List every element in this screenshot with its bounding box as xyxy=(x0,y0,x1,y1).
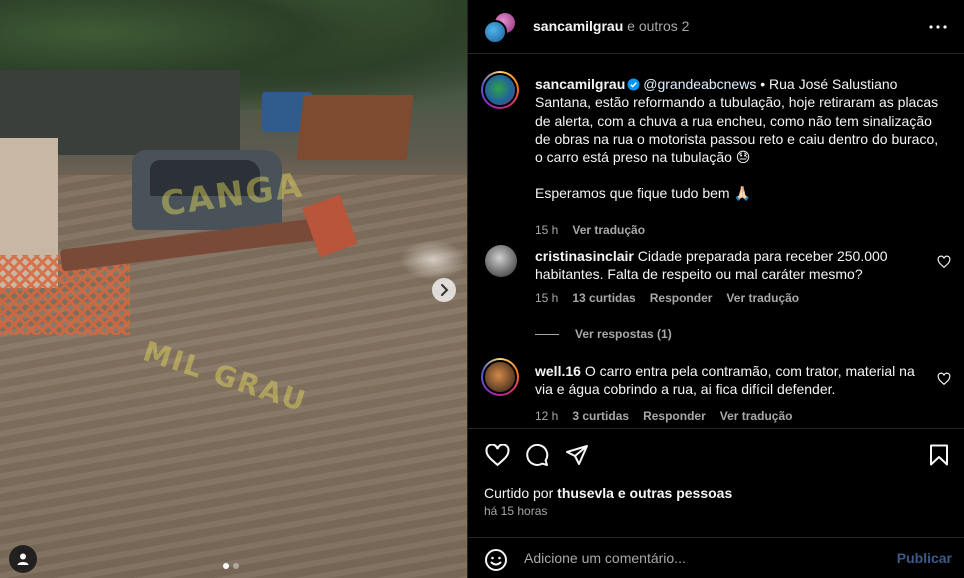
media-foam xyxy=(400,240,467,280)
comment-input[interactable] xyxy=(524,550,864,566)
carousel-indicator xyxy=(223,563,239,569)
comment-body: O carro entra pela contramão, com trator… xyxy=(535,363,915,398)
collab-avatars[interactable] xyxy=(483,11,519,45)
user-tag-icon xyxy=(17,553,29,565)
story-ring[interactable] xyxy=(481,358,519,396)
emoji-icon[interactable] xyxy=(484,548,508,572)
comment-translate-link[interactable]: Ver tradução xyxy=(720,409,793,423)
caption-mention[interactable]: @grandeabcnews xyxy=(643,76,756,92)
comment-text: well.16 O carro entra pela contramão, co… xyxy=(535,362,915,399)
like-button[interactable] xyxy=(484,442,510,468)
comment-likes[interactable]: 13 curtidas xyxy=(572,291,635,305)
comment-time: 12 h xyxy=(535,409,559,423)
comment-reply-link[interactable]: Responder xyxy=(643,409,706,423)
more-options-icon xyxy=(929,25,947,29)
post-media[interactable]: CANGA MIL GRAU xyxy=(0,0,467,578)
header-collab-text[interactable]: e outros 2 xyxy=(627,18,689,34)
comment-icon xyxy=(526,443,549,466)
replies-divider xyxy=(535,333,559,335)
carousel-next-button[interactable] xyxy=(432,278,456,302)
share-button[interactable] xyxy=(564,442,590,468)
posted-time[interactable]: há 15 horas xyxy=(484,504,547,518)
post-sidebar: sancamilgrau e outros 2 sancamilgrau @gra… xyxy=(467,0,964,578)
view-replies-label: Ver respostas (1) xyxy=(575,327,672,341)
comment-translate-link[interactable]: Ver tradução xyxy=(726,291,799,305)
caption-meta: 15 h Ver tradução xyxy=(535,223,645,237)
caption-username[interactable]: sancamilgrau xyxy=(535,76,625,92)
share-icon xyxy=(566,445,588,465)
comment-meta: 15 h 13 curtidas Responder Ver tradução xyxy=(535,291,799,305)
comment-meta: 12 h 3 curtidas Responder Ver tradução xyxy=(535,409,792,423)
comments-area[interactable]: sancamilgrau @grandeabcnews • Rua José Sa… xyxy=(468,55,964,427)
avatar xyxy=(483,20,507,44)
likes-others[interactable]: e outras pessoas xyxy=(618,485,732,501)
post-header: sancamilgrau e outros 2 xyxy=(468,0,964,54)
verified-badge-icon xyxy=(627,78,640,91)
comment-username[interactable]: well.16 xyxy=(535,363,581,379)
add-comment-bar: Publicar xyxy=(468,537,964,578)
likes-summary: Curtido por thusevla e outras pessoas xyxy=(484,485,732,501)
likes-prefix: Curtido por xyxy=(484,485,554,501)
avatar[interactable] xyxy=(485,245,517,277)
avatar xyxy=(483,73,517,107)
comment-likes[interactable]: 3 curtidas xyxy=(572,409,629,423)
comment-text: cristinasinclair Cidade preparada para r… xyxy=(535,247,915,284)
view-replies-button[interactable]: Ver respostas (1) xyxy=(535,327,672,341)
avatar xyxy=(483,360,517,394)
publish-button[interactable]: Publicar xyxy=(897,550,952,566)
comment-username[interactable]: cristinasinclair xyxy=(535,248,634,264)
save-button[interactable] xyxy=(926,442,952,468)
tagged-users-button[interactable] xyxy=(9,545,37,573)
likes-user[interactable]: thusevla xyxy=(557,485,614,501)
header-authors: sancamilgrau e outros 2 xyxy=(533,18,689,34)
comment-reply-link[interactable]: Responder xyxy=(650,291,713,305)
story-ring[interactable] xyxy=(481,71,519,109)
caption-translate-link[interactable]: Ver tradução xyxy=(572,223,645,237)
post-actions xyxy=(468,428,964,480)
more-options-button[interactable] xyxy=(927,16,949,38)
comment-heart-icon[interactable] xyxy=(937,255,951,269)
comment-heart-icon[interactable] xyxy=(937,372,951,386)
caption-time: 15 h xyxy=(535,223,559,237)
comment-button[interactable] xyxy=(524,442,550,468)
bookmark-icon xyxy=(930,444,948,466)
carousel-dot-active xyxy=(223,563,229,569)
media-dumpster xyxy=(296,95,414,160)
heart-icon xyxy=(484,443,510,466)
carousel-dot xyxy=(233,563,239,569)
header-username[interactable]: sancamilgrau xyxy=(533,18,623,34)
comment-time: 15 h xyxy=(535,291,559,305)
chevron-right-icon xyxy=(441,284,449,296)
caption-text: sancamilgrau @grandeabcnews • Rua José Sa… xyxy=(535,75,940,203)
caption-body-2: Esperamos que fique tudo bem 🙏🏻 xyxy=(535,185,751,202)
